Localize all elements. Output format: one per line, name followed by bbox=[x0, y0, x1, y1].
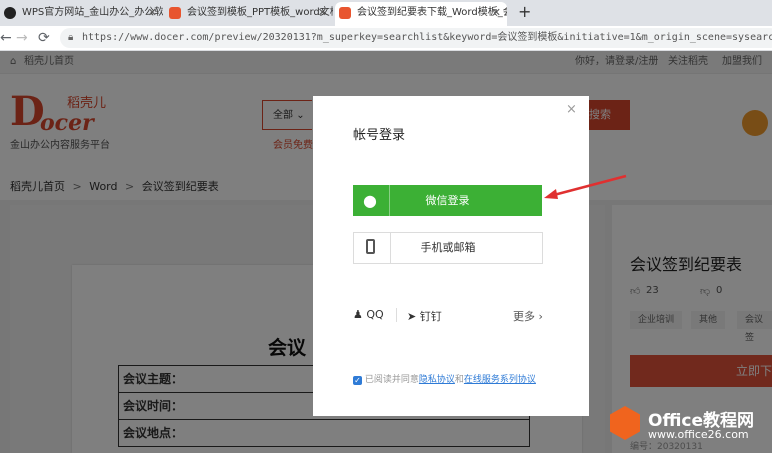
tab-title: WPS官方网站_金山办公_办公软件 bbox=[22, 7, 163, 18]
agreement-row: ✓ 已阅读并同意隐私协议和在线服务系列协议 bbox=[353, 372, 536, 385]
dingtalk-icon: ➤ bbox=[407, 310, 417, 323]
more-label: 更多 bbox=[513, 310, 535, 323]
agree-text: 已阅读并同意 bbox=[364, 375, 419, 385]
browser-tab-wps[interactable]: WPS官方网站_金山办公_办公软件 ✕ bbox=[0, 2, 163, 26]
annotation-arrow-icon bbox=[544, 174, 627, 199]
new-tab-button[interactable]: + bbox=[518, 2, 531, 21]
url-text: https://www.docer.com/preview/20320131?m… bbox=[82, 32, 772, 43]
phone-icon bbox=[366, 239, 375, 254]
url-input[interactable]: 🔒︎ https://www.docer.com/preview/20320131… bbox=[60, 28, 772, 48]
close-tab-icon[interactable]: ✕ bbox=[148, 2, 157, 24]
wps-favicon-icon bbox=[4, 7, 16, 19]
dingtalk-login-link[interactable]: ➤ 钉钉 bbox=[407, 308, 442, 324]
qq-icon: ♟︎ bbox=[353, 308, 363, 321]
phone-email-label: 手机或邮箱 bbox=[420, 241, 476, 254]
watermark-url: www.office26.com bbox=[648, 428, 749, 441]
login-heading: 帐号登录 bbox=[353, 128, 406, 143]
reload-icon[interactable]: ⟳ bbox=[38, 30, 50, 46]
privacy-link[interactable]: 隐私协议 bbox=[419, 375, 455, 385]
divider bbox=[396, 308, 397, 322]
chevron-right-icon: › bbox=[538, 310, 543, 323]
agree-checkbox[interactable]: ✓ bbox=[353, 376, 362, 385]
wechat-login-button[interactable]: ●︎ 微信登录 bbox=[353, 185, 542, 216]
address-bar-row: ← → ⟳ 🔒︎ https://www.docer.com/preview/20… bbox=[0, 26, 772, 51]
close-icon[interactable]: × bbox=[566, 102, 577, 117]
tab-title: 会议签到纪要表下载_Word模板_会议 bbox=[357, 7, 507, 18]
docer-favicon-icon bbox=[339, 7, 351, 19]
wechat-icon: ●︎ bbox=[363, 191, 377, 210]
watermark: Office教程网 www.office26.com bbox=[608, 404, 772, 453]
more-login-link[interactable]: 更多 › bbox=[513, 308, 543, 324]
back-icon[interactable]: ← bbox=[0, 30, 12, 46]
forward-icon[interactable]: → bbox=[16, 30, 28, 46]
dingtalk-label: 钉钉 bbox=[419, 310, 442, 323]
service-agreement-link[interactable]: 在线服务系列协议 bbox=[464, 375, 536, 385]
wechat-login-label: 微信登录 bbox=[425, 194, 470, 207]
tab-title: 会议签到模板_PPT模板_word文档 bbox=[187, 7, 333, 18]
login-modal: × 帐号登录 ●︎ 微信登录 手机或邮箱 ♟︎ QQ ➤ 钉钉 更多 › ✓ 已… bbox=[313, 96, 589, 416]
close-tab-icon[interactable]: ✕ bbox=[492, 2, 501, 24]
phone-email-login-button[interactable]: 手机或邮箱 bbox=[353, 232, 543, 264]
docer-favicon-icon bbox=[169, 7, 181, 19]
browser-tab-active[interactable]: 会议签到纪要表下载_Word模板_会议 ✕ bbox=[335, 2, 507, 26]
qq-login-link[interactable]: ♟︎ QQ bbox=[353, 308, 384, 321]
browser-tab-templates[interactable]: 会议签到模板_PPT模板_word文档 ✕ bbox=[165, 2, 333, 26]
office-logo-icon bbox=[610, 406, 640, 440]
qq-label: QQ bbox=[366, 308, 384, 321]
close-tab-icon[interactable]: ✕ bbox=[318, 2, 327, 24]
and-text: 和 bbox=[454, 375, 464, 385]
lock-icon: 🔒︎ bbox=[68, 32, 74, 43]
browser-tab-bar: WPS官方网站_金山办公_办公软件 ✕ 会议签到模板_PPT模板_word文档 … bbox=[0, 0, 772, 26]
